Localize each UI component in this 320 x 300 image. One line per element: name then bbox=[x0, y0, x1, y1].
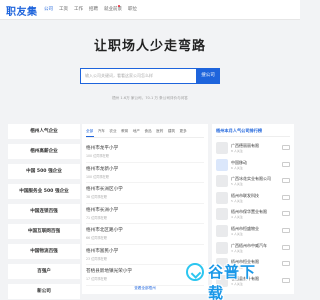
hero-stats: 梧州 1.6万 家公司，70.1 万 条公司评价与问答 bbox=[112, 96, 188, 100]
industry-tabs: 全部 汽车 农业 教育 地产 食品 医药 建筑 更多 bbox=[86, 129, 187, 134]
tab-agriculture[interactable]: 农业 bbox=[109, 129, 116, 134]
list-item[interactable]: 梧州市北区路小学 66 位同事在职 bbox=[86, 224, 204, 245]
company-logo-icon bbox=[216, 241, 228, 254]
company-name[interactable]: 梧州市富民小学 bbox=[86, 248, 118, 254]
new-badge-dot bbox=[118, 5, 120, 7]
company-name[interactable]: 梧州市长洲小学 bbox=[86, 207, 118, 213]
category-item[interactable]: 百强户 bbox=[8, 264, 80, 279]
ranking-sub: 3 人关注 bbox=[231, 248, 243, 253]
category-item[interactable]: 中国物流百强 bbox=[8, 244, 80, 259]
ranking-sub: 6 人关注 bbox=[231, 165, 243, 170]
list-item[interactable]: 梧州市龙新小学 100 位同事在职 bbox=[86, 163, 204, 183]
follow-button[interactable] bbox=[282, 211, 290, 217]
watermark: 谷普下载 bbox=[186, 261, 270, 300]
follow-button[interactable] bbox=[282, 277, 290, 283]
download-logo-icon bbox=[186, 263, 204, 281]
company-logo-icon bbox=[216, 175, 228, 188]
watermark-text: 谷普下载 bbox=[208, 263, 257, 300]
ranking-item[interactable]: 梧州市保华置业有限 4 人关注 bbox=[216, 206, 292, 223]
tab-medicine[interactable]: 医药 bbox=[156, 129, 163, 134]
hero-title: 让职场人少走弯路 bbox=[93, 39, 206, 54]
company-name[interactable]: 梧州市北区路小学 bbox=[86, 227, 123, 233]
ranking-item[interactable]: 中国移动 6 人关注 bbox=[216, 157, 292, 174]
company-sub: 100 位同事在职 bbox=[86, 154, 110, 158]
company-name[interactable]: 苍梧县新地镇光荣小学 bbox=[86, 268, 132, 274]
hero-section: 让职场人少走弯路 输入公司关键词，看看这家公司怎么样 搜公司 梧州 1.6万 家… bbox=[0, 20, 300, 116]
company-logo-icon bbox=[216, 158, 228, 171]
tab-realestate[interactable]: 地产 bbox=[133, 129, 140, 134]
ranking-title: 梧州本月人气公司排行榜 bbox=[216, 128, 263, 133]
category-item[interactable]: 中国服务业 500 强企业 bbox=[8, 184, 80, 199]
tab-all[interactable]: 全部 bbox=[86, 129, 93, 134]
company-name[interactable]: 梧州市龙平小学 bbox=[86, 145, 118, 151]
company-logo-icon bbox=[216, 142, 228, 154]
nav-company[interactable]: 公司 bbox=[44, 6, 53, 12]
company-sub: 71 位同事在职 bbox=[86, 215, 108, 220]
top-bar: 职友集 公司 工资 工作 招聘 就业前景 职位 bbox=[0, 0, 300, 20]
category-item[interactable]: 中国互联网百强 bbox=[8, 224, 80, 239]
ranking-item[interactable]: 广西梧州市中威汽车 3 人关注 bbox=[216, 240, 292, 257]
follow-button[interactable] bbox=[282, 227, 290, 233]
tab-divider bbox=[86, 137, 204, 138]
company-name[interactable]: 梧州市龙新小学 bbox=[86, 166, 118, 172]
company-sub: 38 位同事在职 bbox=[86, 195, 108, 199]
nav-positions[interactable]: 职位 bbox=[128, 6, 137, 12]
follow-button[interactable] bbox=[282, 178, 290, 184]
category-item[interactable]: 新公司 bbox=[8, 284, 80, 299]
active-tab-indicator bbox=[86, 136, 94, 137]
search-bar: 输入公司关键词，看看这家公司怎么样 搜公司 bbox=[80, 68, 220, 84]
nav-salary[interactable]: 工资 bbox=[59, 6, 68, 12]
ranking-sub: 4 人关注 bbox=[231, 215, 243, 220]
search-button[interactable]: 搜公司 bbox=[196, 68, 220, 84]
follow-button[interactable] bbox=[282, 161, 290, 167]
tab-construction[interactable]: 建筑 bbox=[168, 129, 175, 134]
ranking-sub: 5 人关注 bbox=[231, 182, 243, 187]
ranking-divider bbox=[216, 136, 290, 137]
nav-jobs[interactable]: 工作 bbox=[74, 6, 83, 12]
tab-auto[interactable]: 汽车 bbox=[98, 129, 105, 134]
company-sub: 100 位同事在职 bbox=[86, 174, 110, 179]
ranking-sub: 4 人关注 bbox=[231, 231, 243, 236]
ranking-item[interactable]: 梧州市联发科技 5 人关注 bbox=[216, 190, 292, 207]
company-logo-icon bbox=[216, 224, 228, 237]
view-all-link[interactable]: 查看全部梧州 bbox=[82, 286, 208, 291]
company-logo-icon bbox=[216, 191, 228, 204]
category-list: 梧州人气企业 梧州高薪企业 中国 500 强企业 中国服务业 500 强企业 中… bbox=[8, 124, 80, 299]
list-item[interactable]: 梧州市龙平小学 100 位同事在职 bbox=[86, 142, 204, 163]
ranking-sub: 5 人关注 bbox=[231, 198, 243, 203]
ranking-item[interactable]: 广西冰花实业有限公司 5 人关注 bbox=[216, 173, 292, 190]
follow-button[interactable] bbox=[282, 194, 290, 200]
search-input[interactable]: 输入公司关键词，看看这家公司怎么样 bbox=[80, 68, 196, 84]
follow-button[interactable] bbox=[282, 145, 290, 150]
tab-food[interactable]: 食品 bbox=[144, 129, 151, 134]
category-item[interactable]: 梧州高薪企业 bbox=[8, 144, 80, 159]
tab-more[interactable]: 更多 bbox=[180, 129, 187, 134]
ranking-item[interactable]: 广西德丽丽有限 8 人关注 bbox=[216, 140, 292, 157]
company-sub: 17 位同事在职 bbox=[86, 277, 108, 281]
nav-hiring[interactable]: 招聘 bbox=[89, 6, 98, 12]
category-item[interactable]: 中国连锁百强 bbox=[8, 204, 80, 219]
category-item[interactable]: 梧州人气企业 bbox=[8, 124, 80, 139]
list-item[interactable]: 梧州市长洲区小学 38 位同事在职 bbox=[86, 183, 204, 204]
follow-button[interactable] bbox=[282, 261, 290, 267]
list-item[interactable]: 梧州市长洲小学 71 位同事在职 bbox=[86, 204, 204, 224]
company-logo-icon bbox=[216, 208, 228, 221]
ranking-item[interactable]: 梧州市恒盛物业 4 人关注 bbox=[216, 223, 292, 240]
ranking-sub: 8 人关注 bbox=[231, 149, 243, 153]
main-nav: 公司 工资 工作 招聘 就业前景 职位 bbox=[44, 6, 137, 12]
company-name[interactable]: 梧州市长洲区小学 bbox=[86, 186, 123, 192]
category-item[interactable]: 中国 500 强企业 bbox=[8, 164, 80, 179]
company-sub: 23 位同事在职 bbox=[86, 256, 108, 261]
company-sub: 66 位同事在职 bbox=[86, 236, 108, 240]
tab-education[interactable]: 教育 bbox=[121, 129, 128, 134]
site-logo[interactable]: 职友集 bbox=[6, 3, 38, 18]
follow-button[interactable] bbox=[282, 244, 290, 250]
